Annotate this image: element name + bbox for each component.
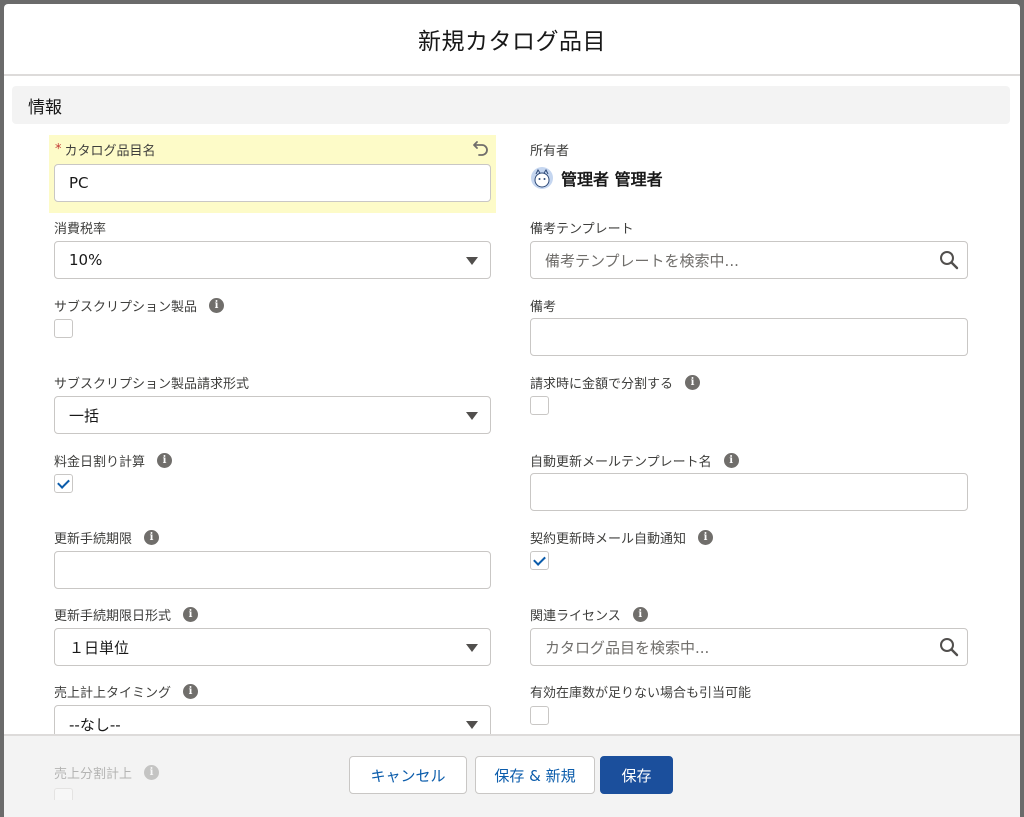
remark-template-label-row: 備考テンプレート: [530, 218, 634, 237]
prorated-billing-checkbox[interactable]: [54, 474, 73, 493]
chevron-down-icon: [466, 257, 478, 265]
info-icon[interactable]: i: [698, 529, 714, 545]
allocate-if-insufficient-label-row: 有効在庫数が足りない場合も引当可能: [530, 682, 752, 701]
auto-renewal-mail-template-label-row: 自動更新メールテンプレート名 i: [530, 451, 739, 470]
split-sales-label: 売上分割計上: [54, 766, 133, 782]
owner-value: 管理者 管理者: [561, 170, 663, 189]
catalog-name-label-row: * カタログ品目名: [55, 140, 156, 159]
chevron-down-icon: [466, 644, 478, 652]
renewal-deadline-format-value: １日単位: [69, 638, 130, 657]
checkmark-icon: [57, 476, 70, 489]
sales-timing-label: 売上計上タイミング: [54, 685, 172, 701]
prorated-billing-label-row: 料金日割り計算 i: [54, 451, 173, 470]
renewal-deadline-format-select[interactable]: １日単位: [54, 628, 491, 666]
info-icon[interactable]: i: [183, 683, 199, 699]
split-sales-checkbox: [54, 788, 73, 800]
remark-template-label: 備考テンプレート: [530, 221, 634, 237]
remark-label: 備考: [530, 299, 557, 315]
renewal-deadline-input[interactable]: [54, 551, 491, 589]
subscription-product-label: サブスクリプション製品: [54, 299, 198, 315]
renewal-deadline-label: 更新手続期限: [54, 531, 133, 547]
related-license-label-row: 関連ライセンス i: [530, 605, 648, 624]
split-by-amount-checkbox[interactable]: [530, 396, 549, 415]
tax-rate-select[interactable]: 10%: [54, 241, 491, 279]
sales-timing-value: --なし--: [69, 715, 121, 734]
cancel-button[interactable]: キャンセル: [349, 756, 467, 794]
sales-timing-label-row: 売上計上タイミング i: [54, 682, 199, 701]
remark-label-row: 備考: [530, 296, 557, 315]
auto-renewal-mail-template-input[interactable]: [530, 473, 968, 511]
section-header-info[interactable]: 情報: [12, 86, 1010, 124]
remark-template-placeholder: 備考テンプレートを検索中...: [545, 251, 739, 270]
info-icon[interactable]: i: [209, 297, 225, 313]
tax-rate-value: 10%: [69, 251, 103, 269]
required-mark: *: [55, 141, 62, 157]
save-and-new-button[interactable]: 保存 & 新規: [475, 756, 595, 794]
contract-renewal-mail-notify-label: 契約更新時メール自動通知: [530, 531, 687, 547]
split-by-amount-label-row: 請求時に金額で分割する i: [530, 373, 701, 392]
info-icon[interactable]: i: [183, 606, 199, 622]
related-license-placeholder: カタログ品目を検索中...: [545, 638, 710, 657]
allocate-if-insufficient-label: 有効在庫数が足りない場合も引当可能: [530, 685, 752, 701]
owner-value-row[interactable]: 管理者 管理者: [531, 166, 663, 190]
remark-template-search-input[interactable]: 備考テンプレートを検索中...: [530, 241, 968, 279]
allocate-if-insufficient-checkbox[interactable]: [530, 706, 549, 725]
subscription-product-checkbox[interactable]: [54, 319, 73, 338]
renewal-deadline-label-row: 更新手続期限 i: [54, 528, 160, 547]
new-catalog-item-modal: 新規カタログ品目 情報 * カタログ品目名 PC 所有者 管理者 管理者 消費税…: [4, 4, 1020, 817]
info-icon[interactable]: i: [632, 606, 648, 622]
checkmark-icon: [533, 553, 546, 566]
subscription-product-label-row: サブスクリプション製品 i: [54, 296, 225, 315]
info-icon[interactable]: i: [157, 452, 173, 468]
search-icon[interactable]: [939, 637, 959, 657]
renewal-deadline-format-label: 更新手続期限日形式: [54, 608, 172, 624]
info-icon: i: [144, 764, 160, 780]
info-icon[interactable]: i: [144, 529, 160, 545]
subscription-billing-format-label-row: サブスクリプション製品請求形式: [54, 373, 250, 392]
subscription-billing-format-select[interactable]: 一括: [54, 396, 491, 434]
contract-renewal-mail-notify-label-row: 契約更新時メール自動通知 i: [530, 528, 714, 547]
undo-icon[interactable]: [472, 138, 490, 156]
search-icon[interactable]: [939, 250, 959, 270]
remark-input[interactable]: [530, 318, 968, 356]
info-icon[interactable]: i: [723, 452, 739, 468]
renewal-deadline-format-label-row: 更新手続期限日形式 i: [54, 605, 199, 624]
subscription-billing-format-label: サブスクリプション製品請求形式: [54, 376, 250, 392]
contract-renewal-mail-notify-checkbox[interactable]: [530, 551, 549, 570]
chevron-down-icon: [466, 721, 478, 729]
split-by-amount-label: 請求時に金額で分割する: [530, 376, 674, 392]
catalog-name-label: カタログ品目名: [64, 143, 156, 159]
related-license-search-input[interactable]: カタログ品目を検索中...: [530, 628, 968, 666]
auto-renewal-mail-template-label: 自動更新メールテンプレート名: [530, 454, 712, 470]
related-license-label: 関連ライセンス: [530, 608, 621, 624]
tax-rate-label: 消費税率: [54, 221, 107, 237]
owner-label-row: 所有者: [530, 140, 570, 159]
split-sales-label-row: 売上分割計上 i: [54, 763, 160, 782]
owner-label: 所有者: [530, 143, 570, 159]
prorated-billing-label: 料金日割り計算: [54, 454, 146, 470]
info-icon[interactable]: i: [685, 374, 701, 390]
section-title: 情報: [28, 97, 62, 118]
user-avatar-icon: [531, 167, 553, 189]
subscription-billing-format-value: 一括: [69, 406, 100, 425]
tax-rate-label-row: 消費税率: [54, 218, 107, 237]
save-button[interactable]: 保存: [600, 756, 673, 794]
chevron-down-icon: [466, 412, 478, 420]
catalog-name-value: PC: [69, 174, 89, 192]
catalog-name-input[interactable]: PC: [54, 164, 491, 202]
modal-header: 新規カタログ品目: [4, 4, 1020, 76]
modal-footer: 売上分割計上 i キャンセル 保存 & 新規 保存: [4, 734, 1020, 817]
modal-title: 新規カタログ品目: [418, 29, 606, 55]
